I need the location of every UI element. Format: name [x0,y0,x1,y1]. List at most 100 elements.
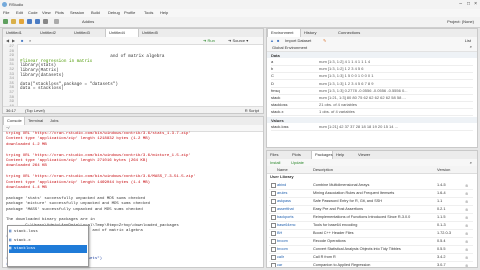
remove-package-icon[interactable]: ⊗ [465,231,468,236]
scope-dropdown[interactable]: Global Environment [272,45,307,50]
remove-package-icon[interactable]: ⊗ [465,183,468,188]
tab-viewer[interactable]: Viewer [355,151,377,159]
save-icon[interactable]: ■ [21,38,23,43]
menu-session[interactable]: Session [70,10,84,15]
remove-package-icon[interactable]: ⊗ [465,239,468,244]
tab-help[interactable]: Help [333,151,355,159]
update-button[interactable]: Update [291,160,304,165]
package-name[interactable]: car [277,263,282,267]
maximize-icon[interactable]: □ [467,1,470,7]
package-name[interactable]: BH [277,231,282,235]
tab-jobs[interactable]: Jobs [47,117,69,125]
back-arrow-icon[interactable]: ◀ [6,38,9,43]
source-button[interactable]: ➜ Source ▾ [228,38,248,43]
import-dataset-button[interactable]: Import Dataset [285,38,311,43]
package-checkbox[interactable] [271,207,276,212]
tab-files[interactable]: Files [267,151,289,159]
print-icon[interactable] [43,19,48,24]
package-checkbox[interactable] [271,191,276,196]
code-line: library(datasets) [20,72,64,78]
remove-package-icon[interactable]: ⊗ [465,199,468,204]
clear-workspace-icon[interactable]: ✎ [323,38,326,43]
package-checkbox[interactable] [271,255,276,260]
run-button[interactable]: ➜ Run [203,38,215,43]
tab-untitled4[interactable]: Untitled4 [105,29,139,37]
search-icon[interactable]: ⌕ [470,160,472,165]
package-name[interactable]: arules [277,191,287,195]
new-file-icon[interactable] [3,19,8,24]
menu-build[interactable]: Build [91,10,100,15]
env-row[interactable]: stack.x 1 obs. of 4 variables [271,108,473,117]
remove-package-icon[interactable]: ⊗ [465,207,468,212]
menu-edit[interactable]: Edit [16,10,23,15]
search-icon[interactable]: ⌕ [29,38,31,43]
package-checkbox[interactable] [271,263,276,267]
forward-arrow-icon[interactable]: ▶ [12,38,15,43]
open-file-icon[interactable] [19,19,24,24]
package-name[interactable]: broom [277,239,288,243]
close-icon[interactable]: × [474,1,477,7]
tab-untitled1[interactable]: Untitled1 [3,29,37,37]
menu-file[interactable]: File [3,10,9,15]
remove-package-icon[interactable]: ⊗ [465,215,468,220]
autocomplete-item[interactable]: ▦ stack.loss [9,228,87,236]
open-project-icon[interactable] [11,19,16,24]
list-view-dropdown[interactable]: List [465,38,471,43]
remove-package-icon[interactable]: ⊗ [465,263,468,267]
go-to-file-icon[interactable] [54,19,59,24]
package-name[interactable]: abind [277,183,286,187]
tab-plots[interactable]: Plots [289,151,311,159]
package-checkbox[interactable] [271,231,276,236]
scope-indicator[interactable]: (Top Level) [25,108,45,113]
addins-menu[interactable]: Addins [82,19,94,24]
tab-untitled2[interactable]: Untitled2 [37,29,71,37]
console-line: package 'stats' successfully unpacked an… [6,196,146,201]
package-checkbox[interactable] [271,247,276,252]
remove-package-icon[interactable]: ⊗ [465,247,468,252]
tab-untitled5[interactable]: Untitled5 [139,29,173,37]
menu-profile[interactable]: Profile [124,10,135,15]
tab-untitled3[interactable]: Untitled3 [71,29,105,37]
menu-code[interactable]: Code [28,10,38,15]
tab-connections[interactable]: Connections [335,29,369,37]
package-name[interactable]: assertthat [277,207,294,211]
project-menu[interactable]: Project: (None) [447,19,474,24]
package-name[interactable]: callr [277,255,284,259]
tab-terminal[interactable]: Terminal [25,117,47,125]
package-version: 0.2.1 [437,207,446,211]
package-checkbox[interactable] [271,223,276,228]
save-workspace-icon[interactable]: ■ [277,38,279,43]
package-name[interactable]: broom [277,247,288,251]
remove-package-icon[interactable]: ⊗ [465,191,468,196]
tab-console[interactable]: Console [3,117,25,125]
package-checkbox[interactable] [271,215,276,220]
cursor-position: 36:17 [6,108,17,113]
package-checkbox[interactable] [271,183,276,188]
autocomplete-item[interactable]: ▦ stackloss [9,245,87,253]
save-icon[interactable] [27,19,32,24]
load-workspace-icon[interactable]: ▲ [270,38,274,43]
tab-environment[interactable]: Environment [267,29,301,37]
save-all-icon[interactable] [35,19,40,24]
env-value: num [1:3, 1:2] 4 1 1 4 1 1 1 4 [319,59,371,64]
install-button[interactable]: Install [270,160,280,165]
menu-tools[interactable]: Tools [144,10,153,15]
tab-history[interactable]: History [301,29,335,37]
tab-packages[interactable]: Packages [311,151,333,159]
search-icon[interactable]: ⌕ [470,44,472,49]
package-checkbox[interactable] [271,199,276,204]
remove-package-icon[interactable]: ⊗ [465,223,468,228]
menu-plots[interactable]: Plots [55,10,64,15]
autocomplete-item[interactable]: ▦ stack.x [9,237,87,245]
env-row[interactable]: stack.loss num [1:21] 42 37 37 28 18 18 1… [271,123,473,132]
file-type[interactable]: R Script [245,108,259,113]
menu-view[interactable]: View [42,10,51,15]
package-checkbox[interactable] [271,239,276,244]
menu-help[interactable]: Help [160,10,168,15]
package-name[interactable]: askpass [277,199,291,203]
menu-debug[interactable]: Debug [108,10,120,15]
remove-package-icon[interactable]: ⊗ [465,255,468,260]
minimize-icon[interactable]: – [459,1,462,7]
package-name[interactable]: backports [277,215,293,219]
package-name[interactable]: base64enc [277,223,296,227]
